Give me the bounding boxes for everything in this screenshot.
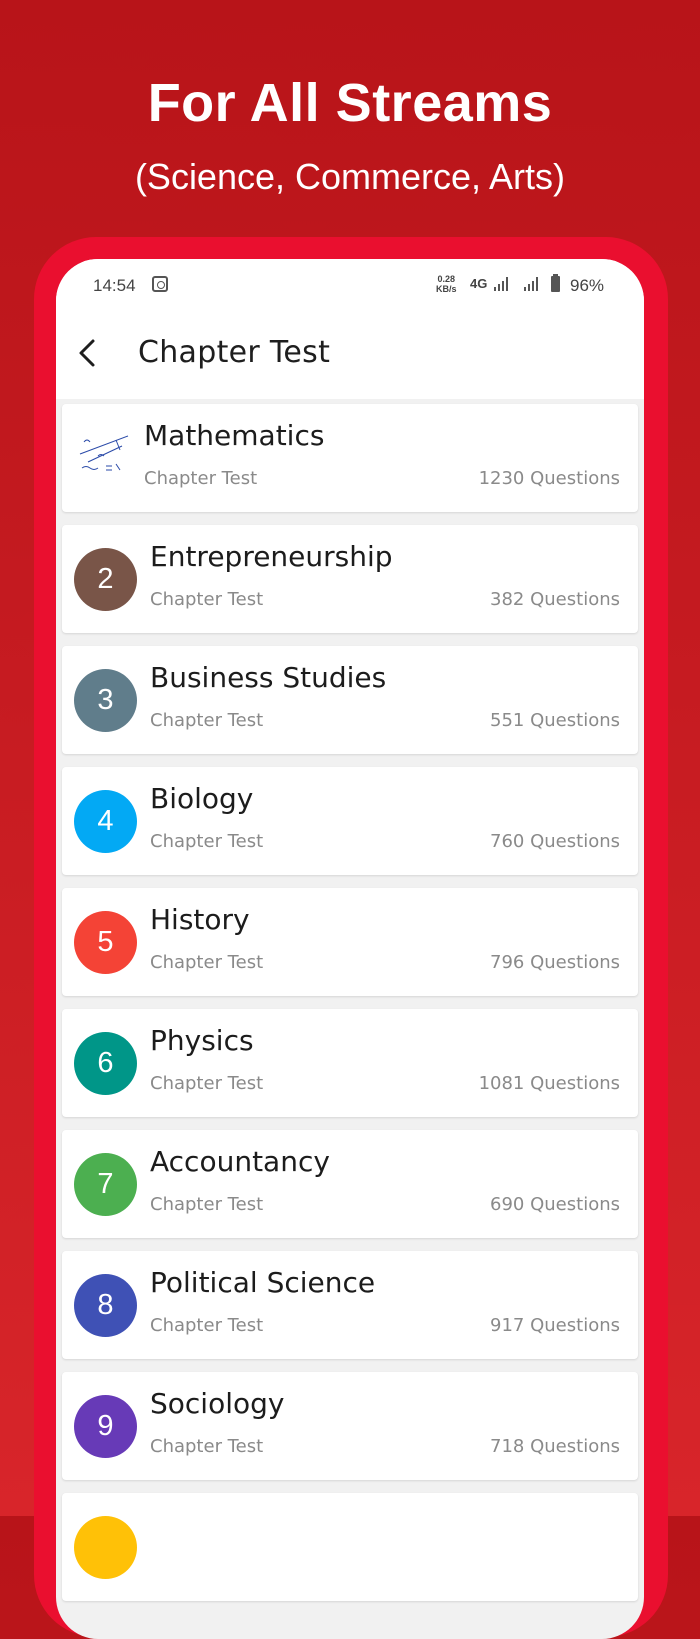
subject-subtitle: Chapter Test [150,952,264,973]
subject-number-badge: 3 [74,669,137,732]
subject-name: Biology [150,782,254,815]
promo-title: For All Streams [147,73,553,133]
subject-card-business-studies[interactable]: 3 Business Studies Chapter Test 551 Ques… [62,646,638,754]
network-speed-unit: KB/s [436,284,457,294]
subject-card-mathematics[interactable]: Mathematics Chapter Test 1230 Questions [62,404,638,512]
network-type: 4G [470,276,488,291]
page-title: Chapter Test [138,335,331,370]
subject-name: History [150,903,250,936]
subject-number-badge: 9 [74,1395,137,1458]
subject-number-badge: 8 [74,1274,137,1337]
subject-card-partial[interactable] [62,1493,638,1601]
subject-card-physics[interactable]: 6 Physics Chapter Test 1081 Questions [62,1009,638,1117]
subject-number-badge: 6 [74,1032,137,1095]
subject-subtitle: Chapter Test [150,710,264,731]
signal-icon [494,277,510,291]
status-bar: 14:54 0.28 KB/s 4G 96% [56,259,644,315]
signal-icon-2 [524,277,540,291]
question-count: 690 Questions [490,1194,620,1215]
subject-card-biology[interactable]: 4 Biology Chapter Test 760 Questions [62,767,638,875]
promo-subtitle: (Science, Commerce, Arts) [134,156,566,197]
subject-subtitle: Chapter Test [150,1315,264,1336]
subject-subtitle: Chapter Test [150,1073,264,1094]
network-speed: 0.28 KB/s [436,274,457,294]
question-count: 718 Questions [490,1436,620,1457]
subject-subtitle: Chapter Test [150,831,264,852]
math-notes-icon [79,435,129,471]
subject-name: Sociology [150,1387,285,1420]
subject-number-badge: 2 [74,548,137,611]
subject-card-political-science[interactable]: 8 Political Science Chapter Test 917 Que… [62,1251,638,1359]
subject-number-badge [74,1516,137,1579]
screenshot-icon [152,276,168,292]
subject-name: Political Science [150,1266,376,1299]
subject-name: Entrepreneurship [150,540,393,573]
subject-number-badge: 5 [74,911,137,974]
app-bar: Chapter Test [56,315,644,399]
battery-level: 96% [570,276,605,295]
subject-subtitle: Chapter Test [150,1436,264,1457]
subject-number-badge: 4 [74,790,137,853]
status-time: 14:54 [93,276,136,295]
question-count: 382 Questions [490,589,620,610]
subject-card-entrepreneurship[interactable]: 2 Entrepreneurship Chapter Test 382 Ques… [62,525,638,633]
back-button[interactable] [70,333,110,373]
arrow-back-icon [79,339,95,367]
question-count: 917 Questions [490,1315,620,1336]
question-count: 1230 Questions [478,468,620,489]
subject-subtitle: Chapter Test [150,589,264,610]
subject-subtitle: Chapter Test [150,1194,264,1215]
subject-card-accountancy[interactable]: 7 Accountancy Chapter Test 690 Questions [62,1130,638,1238]
subject-name: Accountancy [150,1145,330,1178]
subject-card-history[interactable]: 5 History Chapter Test 796 Questions [62,888,638,996]
question-count: 551 Questions [490,710,620,731]
subject-number-badge: 7 [74,1153,137,1216]
battery-icon [551,274,560,292]
subject-card-sociology[interactable]: 9 Sociology Chapter Test 718 Questions [62,1372,638,1480]
question-count: 1081 Questions [478,1073,620,1094]
subject-name: Mathematics [144,419,325,452]
question-count: 760 Questions [490,831,620,852]
phone-screen: 14:54 0.28 KB/s 4G 96% Chapter Test Math… [56,259,644,1639]
question-count: 796 Questions [490,952,620,973]
network-speed-value: 0.28 [437,274,456,284]
subject-subtitle: Chapter Test [144,468,258,489]
subject-name: Business Studies [150,661,387,694]
subject-name: Physics [150,1024,254,1057]
